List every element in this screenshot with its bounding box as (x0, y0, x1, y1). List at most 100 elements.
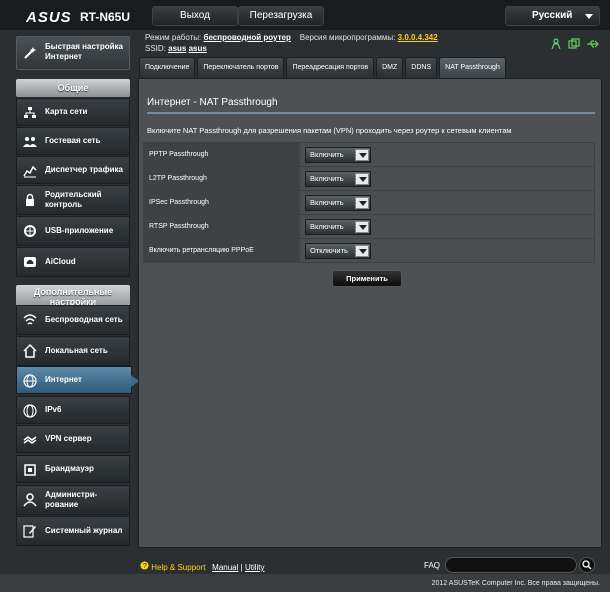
row-label: PPTP Passthrough (143, 142, 300, 167)
rtsp-passthrough-select[interactable]: Включить (305, 218, 371, 235)
guests-icon (23, 135, 37, 149)
sidebar-item-label: Гостевая сеть (45, 136, 101, 145)
vpn-icon (23, 433, 37, 447)
faq-label: FAQ (424, 561, 441, 570)
asus-logo: ASUS (26, 9, 72, 26)
sidebar-item-lan[interactable]: Локальная сеть (16, 336, 130, 366)
sidebar-item-label: Родительский контроль (45, 190, 102, 209)
select-value: Включить (310, 173, 344, 183)
faq-search-input[interactable] (445, 557, 577, 573)
general-section-title: Общие (16, 79, 130, 97)
pptp-passthrough-select[interactable]: Включить (305, 146, 371, 163)
quick-setup-button[interactable]: Быстрая настройка Интернет (16, 36, 130, 70)
tab-connection[interactable]: Подключение (139, 57, 196, 78)
router-admin-page: ASUS RT-N65U Выход Перезагрузка Русский … (0, 0, 610, 592)
lock-icon (23, 193, 37, 207)
firmware-link[interactable]: 3.0.0.4.342 (398, 33, 438, 42)
sidebar-item-wireless[interactable]: Беспроводная сеть (16, 305, 130, 335)
table-row: Включить ретрансляцию PPPoE Отключить (143, 238, 595, 263)
chevron-down-icon (355, 196, 369, 209)
sidebar-item-label: Системный журнал (45, 526, 123, 535)
sidebar-item-guest-network[interactable]: Гостевая сеть (16, 127, 130, 155)
model-name: RT-N65U (80, 10, 131, 24)
sidebar-item-vpn-server[interactable]: VPN сервер (16, 425, 130, 453)
table-row: PPTP Passthrough Включить (143, 142, 595, 167)
search-icon[interactable] (579, 557, 595, 573)
sidebar-item-label: IPv6 (45, 405, 62, 414)
l2tp-passthrough-select[interactable]: Включить (305, 170, 371, 187)
sidebar-item-ipv6[interactable]: IPv6 (16, 396, 130, 424)
ipv6-globe-icon (23, 404, 37, 418)
footer: ? Help & Support Manual | Utility FAQ (138, 556, 602, 574)
language-value: Русский (532, 10, 573, 21)
chevron-down-icon (355, 172, 369, 185)
ssid-2: asus (188, 44, 207, 53)
help-label: Help & Support (151, 563, 206, 572)
select-value: Включить (310, 149, 344, 159)
sidebar-item-label: Беспроводная сеть (45, 315, 123, 324)
svg-text:?: ? (143, 561, 147, 570)
cloud-icon (23, 255, 37, 269)
sidebar-item-label: Брандмауэр (45, 464, 94, 473)
tab-nat-passthrough[interactable]: NAT Passthrough (439, 57, 506, 78)
top-bar: ASUS RT-N65U Выход Перезагрузка Русский (0, 0, 610, 30)
mode-link[interactable]: беспроводной роутер (204, 33, 291, 42)
firmware-label: Версия микропрограммы: (299, 33, 396, 42)
page-description: Включите NAT Passthrough для разрешения … (147, 126, 512, 135)
manual-link[interactable]: Manual (212, 563, 238, 572)
tab-dmz[interactable]: DMZ (376, 57, 404, 78)
mode-label: Режим работы: (145, 33, 202, 42)
network-map-icon (23, 106, 37, 120)
tab-bar: Подключение Переключатель портов Переадр… (139, 57, 506, 78)
chevron-down-icon (355, 244, 369, 257)
reboot-button[interactable]: Перезагрузка (238, 6, 324, 26)
logout-button[interactable]: Выход (152, 6, 238, 26)
status-icons (550, 37, 599, 50)
copyright: 2012 ASUSTeK Computer Inc. Все права защ… (431, 580, 600, 587)
table-row: L2TP Passthrough Включить (143, 166, 595, 191)
utility-link[interactable]: Utility (245, 563, 265, 572)
sidebar-item-usb-application[interactable]: USB-приложение (16, 216, 130, 246)
ipsec-passthrough-select[interactable]: Включить (305, 194, 371, 211)
sidebar-item-network-map[interactable]: Карта сети (16, 98, 130, 126)
network-status-icon[interactable] (550, 37, 562, 50)
page-title: Интернет - NAT Passthrough (147, 97, 278, 108)
tab-ddns[interactable]: DDNS (405, 57, 438, 78)
sidebar-item-firewall[interactable]: Брандмауэр (16, 455, 130, 483)
chevron-down-icon (355, 220, 369, 233)
select-value: Включить (310, 197, 344, 207)
pppoe-relay-select[interactable]: Отключить (305, 242, 371, 259)
sidebar-item-label: Карта сети (45, 107, 88, 116)
sidebar-item-parental-control[interactable]: Родительский контроль (16, 185, 130, 215)
sidebar-item-administration[interactable]: Администри-рование (16, 485, 130, 515)
main-panel: Интернет - NAT Passthrough Включите NAT … (138, 78, 602, 548)
usb-puzzle-icon (23, 224, 37, 238)
copy-status-icon[interactable] (568, 37, 580, 49)
settings-table: PPTP Passthrough Включить L2TP Passthrou… (143, 142, 595, 263)
sidebar-item-internet[interactable]: Интернет (16, 366, 139, 394)
row-label: RTSP Passthrough (143, 214, 300, 239)
ssid-1: asus (168, 44, 187, 53)
sidebar-item-aicloud[interactable]: AiCloud (16, 247, 130, 277)
language-select[interactable]: Русский (505, 6, 600, 26)
sidebar-item-label: USB-приложение (45, 226, 114, 235)
help-icon: ? (140, 561, 151, 572)
wifi-icon (23, 313, 37, 327)
ssid-label: SSID: (145, 44, 166, 53)
select-value: Отключить (310, 245, 348, 255)
tab-port-forwarding[interactable]: Переадресация портов (286, 57, 375, 78)
firewall-shield-icon (23, 463, 37, 477)
status-bar: Режим работы: беспроводной роутер Версия… (145, 32, 438, 54)
sidebar-item-label: Диспетчер трафика (45, 165, 123, 174)
tab-port-switch[interactable]: Переключатель портов (197, 57, 285, 78)
row-label: Включить ретрансляцию PPPoE (143, 238, 300, 263)
sidebar-item-label: Локальная сеть (45, 346, 108, 355)
usb-icon[interactable] (586, 37, 599, 49)
sidebar-item-system-log[interactable]: Системный журнал (16, 516, 130, 546)
footer-separator: | (240, 563, 243, 572)
table-row: RTSP Passthrough Включить (143, 214, 595, 239)
apply-button[interactable]: Применить (332, 270, 402, 287)
select-value: Включить (310, 221, 344, 231)
sidebar-item-traffic-manager[interactable]: Диспетчер трафика (16, 156, 130, 184)
sidebar-item-label: AiCloud (45, 257, 76, 266)
